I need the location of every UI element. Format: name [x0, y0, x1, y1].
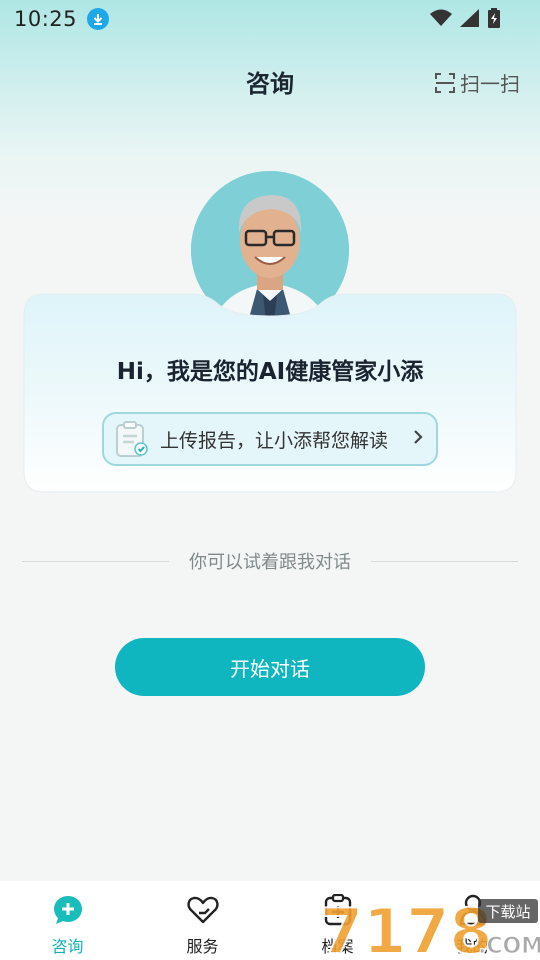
- nav-item-service[interactable]: 服务: [135, 881, 270, 960]
- scan-icon: [435, 72, 455, 93]
- hint-divider: 你可以试着跟我对话: [22, 546, 518, 576]
- chevron-right-icon: [412, 427, 424, 452]
- greeting-card: Hi，我是您的AI健康管家小添 上传报告，让小添帮您解读: [22, 290, 518, 494]
- signal-icon: [460, 9, 479, 27]
- status-bar: 10:25: [0, 0, 540, 38]
- download-icon: [87, 8, 110, 30]
- upload-report-label: 上传报告，让小添帮您解读: [160, 429, 389, 452]
- nav-label-service: 服务: [186, 937, 219, 956]
- page-header: 咨询 扫一扫: [0, 58, 540, 104]
- wifi-icon: [430, 9, 452, 26]
- page-title: 咨询: [246, 69, 294, 98]
- report-icon: [116, 421, 148, 457]
- hint-text: 你可以试着跟我对话: [189, 552, 351, 573]
- upload-report-button[interactable]: 上传报告，让小添帮您解读: [102, 412, 438, 466]
- status-icons: [430, 8, 500, 28]
- heart-hand-icon: [186, 893, 220, 927]
- watermark-sub: 下载站: [485, 903, 530, 921]
- nav-item-consult[interactable]: 咨询: [0, 881, 135, 960]
- divider-line-right: [371, 560, 518, 562]
- greeting-text: Hi，我是您的AI健康管家小添: [116, 359, 424, 385]
- battery-icon: [488, 8, 500, 28]
- divider-line-left: [22, 560, 169, 562]
- scan-button[interactable]: 扫一扫: [434, 68, 520, 97]
- nav-label-consult: 咨询: [51, 937, 84, 956]
- chat-plus-icon: [51, 893, 85, 927]
- status-time: 10:25: [14, 7, 78, 31]
- watermark-number: 7178: [320, 895, 493, 960]
- scan-label: 扫一扫: [460, 72, 520, 96]
- start-chat-button[interactable]: 开始对话: [115, 638, 425, 696]
- watermark-domain: .COM: [478, 934, 540, 959]
- site-watermark: 7178 下载站 .COM: [318, 893, 540, 960]
